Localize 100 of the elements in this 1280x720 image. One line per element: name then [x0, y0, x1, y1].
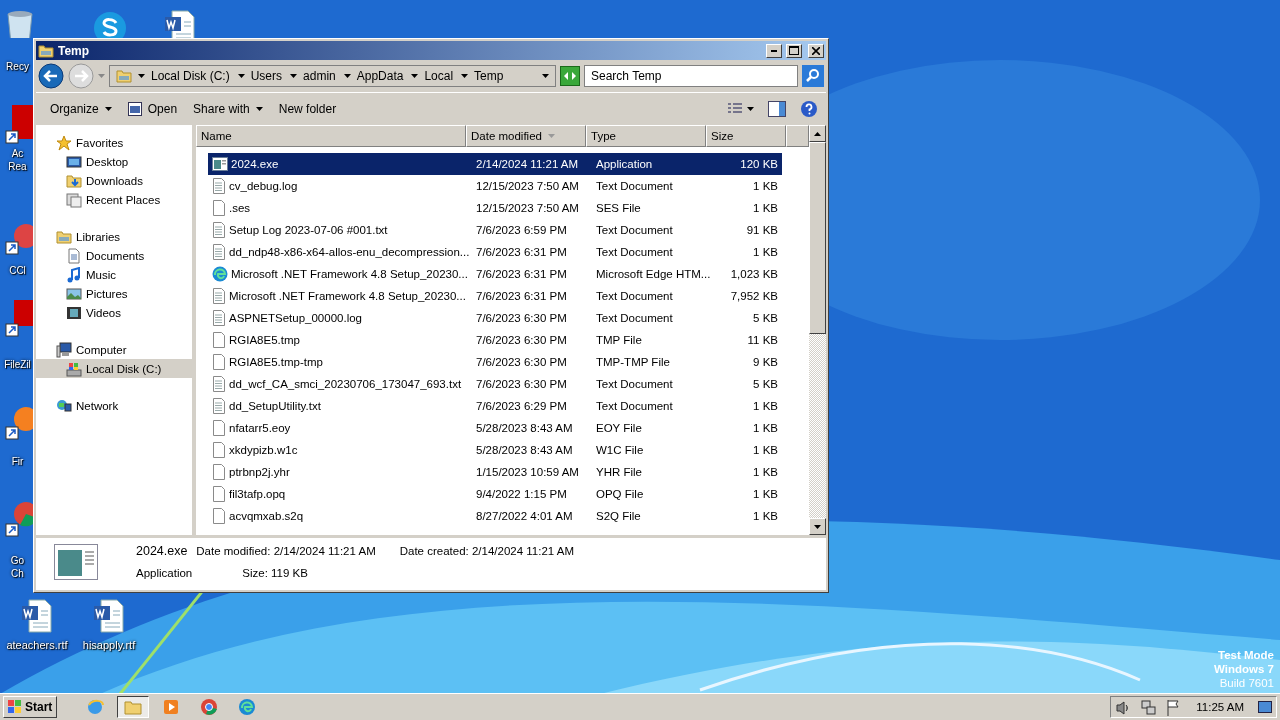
network-icon[interactable]	[1140, 698, 1158, 716]
file-row[interactable]: Microsoft .NET Framework 4.8 Setup_20230... 7/6/2023 6:31 PM Text Document 7,952 KB	[208, 285, 782, 307]
toolbar-button[interactable]: Open	[121, 100, 184, 118]
application-icon	[54, 544, 98, 580]
file-row[interactable]: RGIA8E5.tmp 7/6/2023 6:30 PM TMP File 11 KB	[208, 329, 782, 351]
file-row[interactable]: nfatarr5.eoy 5/28/2023 8:43 AM EOY File 1 KB	[208, 417, 782, 439]
libraries-icon	[38, 42, 54, 59]
toolbar-button[interactable]: Share with	[187, 100, 269, 118]
network-icon	[56, 397, 72, 414]
breadcrumb-item[interactable]: Temp	[459, 69, 506, 83]
caret-icon	[255, 107, 263, 111]
clock: 11:25 AM	[1196, 701, 1244, 713]
scroll-thumb[interactable]	[809, 142, 826, 334]
os-info-text: Build 7601	[1219, 676, 1274, 690]
file-row[interactable]: Setup Log 2023-07-06 #001.txt 7/6/2023 6:59 PM Text Document 91 KB	[208, 219, 782, 241]
back-button[interactable]	[38, 63, 64, 89]
breadcrumb-item[interactable]: admin	[288, 69, 338, 83]
nav-item[interactable]: Local Disk (C:)	[36, 359, 192, 378]
chrome-logo-icon	[200, 698, 219, 716]
nav-item[interactable]: Downloads	[36, 171, 192, 190]
file-name: 2024.exe	[136, 544, 189, 558]
nav-item[interactable]: Recent Places	[36, 190, 192, 209]
nav-item[interactable]: Pictures	[36, 284, 192, 303]
breadcrumb-item[interactable]: Local	[409, 69, 456, 83]
edge-logo-icon	[212, 266, 228, 282]
up-arrow-icon[interactable]	[814, 131, 821, 136]
blank-file-icon	[212, 486, 226, 502]
caret-icon	[747, 107, 754, 111]
column-header[interactable]: Size	[706, 125, 786, 147]
nav-group[interactable]: Computer	[36, 340, 192, 359]
refresh-button[interactable]	[560, 66, 580, 86]
file-row[interactable]: dd_SetupUtility.txt 7/6/2023 6:29 PM Text Document 1 KB	[208, 395, 782, 417]
nav-item[interactable]: Documents	[36, 246, 192, 265]
text-document-icon	[212, 178, 226, 194]
breadcrumb-item[interactable]: AppData	[341, 69, 406, 83]
file-row[interactable]: cv_debug.log 12/15/2023 7:50 AM Text Document 1 KB	[208, 175, 782, 197]
start-button[interactable]: Start	[3, 696, 58, 718]
maximize-button[interactable]	[786, 43, 802, 58]
nav-item[interactable]: Music	[36, 265, 192, 284]
desktop-icon-label: Ch	[11, 567, 24, 580]
minimize-button[interactable]	[766, 43, 782, 58]
desktop-icon-label: Ac	[11, 147, 24, 160]
application-icon	[212, 157, 228, 171]
file-row[interactable]: RGIA8E5.tmp-tmp 7/6/2023 6:30 PM TMP-TMP File 9 KB	[208, 351, 782, 373]
toolbar-button[interactable]: New folder	[272, 100, 343, 118]
column-header[interactable]: Name	[196, 125, 466, 147]
file-row[interactable]: ptrbnp2j.yhr 1/15/2023 10:59 AM YHR File 1 KB	[208, 461, 782, 483]
text-document-icon	[212, 288, 226, 304]
nav-item[interactable]: Videos	[36, 303, 192, 322]
caret-icon	[104, 107, 112, 111]
desktop-icon-label: Recy	[6, 60, 29, 73]
os-info-text: Windows 7	[1214, 662, 1274, 676]
blank-file-icon	[212, 508, 226, 524]
file-row[interactable]: fil3tafp.opq 9/4/2022 1:15 PM OPQ File 1 KB	[208, 483, 782, 505]
search-field[interactable]: Search Temp	[584, 65, 798, 87]
file-row[interactable]: Microsoft .NET Framework 4.8 Setup_20230... 7/6/2023 6:31 PM Microsoft Edge HTM... 1,023 KB	[208, 263, 782, 285]
file-row[interactable]: 2024.exe 2/14/2024 11:21 AM Application 120 KB	[208, 153, 782, 175]
column-header[interactable]: Date modified	[466, 125, 586, 147]
show-desktop-icon[interactable]	[1258, 701, 1272, 713]
libraries-icon	[56, 228, 72, 245]
toolbar-button[interactable]: Organize	[44, 100, 118, 118]
chrome-shortcut-icon[interactable]	[2, 500, 33, 540]
file-row[interactable]: dd_ndp48-x86-x64-allos-enu_decompression... 7/6/2023 6:31 PM Text Document 1 KB	[208, 241, 782, 263]
blank-file-icon	[212, 332, 226, 348]
breadcrumb-item[interactable]: Local Disk (C:)	[136, 69, 232, 83]
desktop-icon-label: CCl	[9, 264, 26, 277]
file-row[interactable]: dd_wcf_CA_smci_20230706_173047_693.txt 7/6/2023 6:30 PM Text Document 5 KB	[208, 373, 782, 395]
search-icon[interactable]	[802, 65, 824, 87]
text-document-icon	[212, 222, 226, 238]
open-icon	[127, 102, 142, 116]
desktop-icon-label: Rea	[8, 160, 27, 173]
taskbar-app-button[interactable]	[117, 696, 150, 718]
nav-group[interactable]: Network	[36, 396, 192, 415]
help-icon[interactable]	[800, 100, 818, 118]
breadcrumb-item[interactable]: Users	[235, 69, 285, 83]
scrollbar[interactable]	[809, 125, 826, 535]
nav-group[interactable]: Libraries	[36, 227, 192, 246]
view-options-icon[interactable]	[727, 102, 743, 116]
minimize-icon	[771, 49, 777, 52]
file-row[interactable]: acvqmxab.s2q 8/27/2022 4:01 AM S2Q File 1 KB	[208, 505, 782, 527]
file-type: Application	[136, 567, 193, 579]
detail-text: Date created: 2/14/2024 11:21 AM	[398, 545, 576, 557]
file-row[interactable]: ASPNETSetup_00000.log 7/6/2023 6:30 PM Text Document 5 KB	[208, 307, 782, 329]
nav-item[interactable]: Desktop	[36, 152, 192, 171]
address-bar[interactable]: Local Disk (C:) Users admin AppData Local Temp	[109, 65, 556, 87]
nav-group[interactable]: Favorites	[36, 133, 192, 152]
caret-icon	[290, 74, 298, 78]
down-arrow-icon[interactable]	[814, 524, 821, 529]
file-row[interactable]: xkdypizb.w1c 5/28/2023 8:43 AM W1C File 1 KB	[208, 439, 782, 461]
file-row[interactable]: .ses 12/15/2023 7:50 AM SES File 1 KB	[208, 197, 782, 219]
preview-pane-icon[interactable]	[768, 101, 786, 117]
desktop-icon-label: ateachers.rtf	[6, 639, 68, 652]
maximize-icon	[789, 46, 799, 55]
column-header[interactable]: Type	[586, 125, 706, 147]
music-icon	[66, 266, 82, 283]
close-button[interactable]	[808, 43, 824, 58]
disk-icon	[66, 360, 82, 377]
desktop-icon-label: hisapply.rtf	[82, 639, 136, 652]
text-document-icon	[212, 398, 226, 414]
caret-icon	[461, 74, 469, 78]
